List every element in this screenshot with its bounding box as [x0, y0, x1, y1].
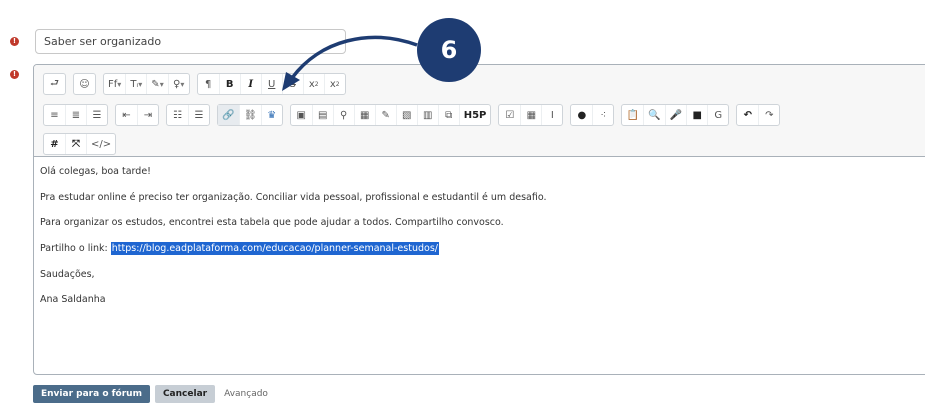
step-number-badge: 6	[417, 18, 481, 82]
